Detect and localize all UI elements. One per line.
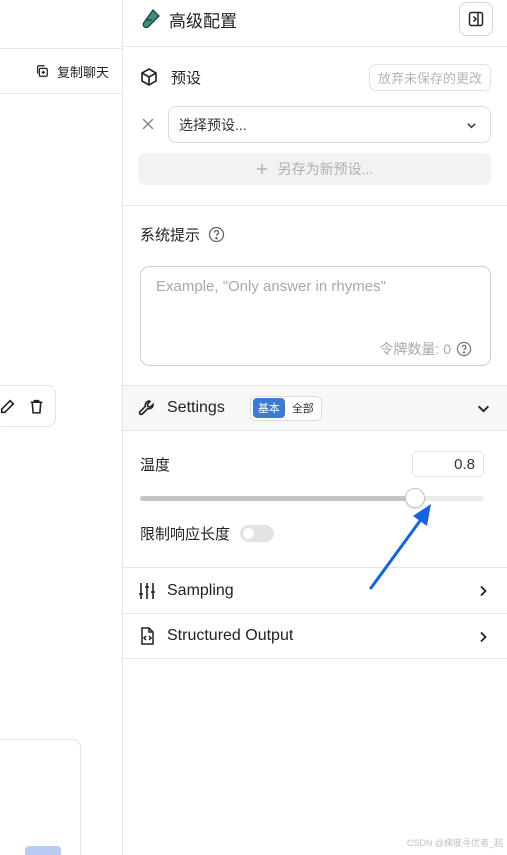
clear-preset-icon[interactable] xyxy=(139,115,157,133)
preset-divider xyxy=(123,205,507,206)
header-divider xyxy=(123,46,507,47)
message-composer[interactable] xyxy=(0,739,81,855)
save-as-new-preset-button[interactable]: 另存为新预设... xyxy=(138,153,491,185)
temperature-label: 温度 xyxy=(140,457,171,474)
wrench-icon xyxy=(138,400,154,416)
plus-icon xyxy=(256,164,267,174)
limit-length-row: 限制响应长度 xyxy=(140,523,275,544)
sampling-section-header[interactable]: Sampling xyxy=(123,567,507,613)
system-prompt-title: 系统提示 xyxy=(140,227,201,244)
settings-section-header[interactable]: Settings 基本 全部 xyxy=(123,385,507,431)
chevron-right-icon xyxy=(480,585,487,597)
copy-icon xyxy=(36,65,48,77)
copy-chat-button[interactable]: 复制聊天 xyxy=(0,48,123,94)
system-prompt-input[interactable]: Example, "Only answer in rhymes" 令牌数量: 0 xyxy=(140,266,491,366)
preset-label: 预设 xyxy=(171,69,202,87)
token-count-label: 令牌数量: 0 xyxy=(379,341,451,357)
preset-select-row: 选择预设... xyxy=(139,106,491,143)
system-prompt-placeholder: Example, "Only answer in rhymes" xyxy=(156,278,386,295)
limit-length-toggle[interactable] xyxy=(240,525,275,542)
annotation-arrow xyxy=(369,504,431,590)
chevron-down-icon xyxy=(467,123,476,129)
limit-length-label: 限制响应长度 xyxy=(140,526,231,543)
settings-label: Settings xyxy=(167,399,225,416)
structured-output-section-header[interactable]: Structured Output xyxy=(123,613,507,659)
edit-icon[interactable] xyxy=(0,398,16,415)
help-icon[interactable] xyxy=(456,341,472,357)
discard-changes-button[interactable]: 放弃未保存的更改 xyxy=(368,64,491,91)
system-prompt-header: 系统提示 xyxy=(140,224,225,245)
preset-select-value: 选择预设... xyxy=(179,116,247,133)
code-file-icon xyxy=(141,627,154,645)
copy-chat-label: 复制聊天 xyxy=(56,64,109,80)
message-actions xyxy=(0,385,56,427)
panel-header: 高级配置 xyxy=(123,0,507,38)
trash-icon[interactable] xyxy=(28,398,45,415)
watermark: CSDN @梯度寻优者_超 xyxy=(406,838,503,848)
chevron-down-icon xyxy=(477,405,490,413)
chevron-right-icon xyxy=(480,631,487,643)
sliders-icon xyxy=(139,582,155,599)
token-count: 令牌数量: 0 xyxy=(379,339,472,359)
cube-icon xyxy=(141,68,157,86)
preset-header: 预设 放弃未保存的更改 xyxy=(123,60,507,94)
temperature-input[interactable]: 0.8 xyxy=(412,451,484,477)
panel-title: 高级配置 xyxy=(169,11,237,31)
mode-basic-tab[interactable]: 基本 xyxy=(252,398,285,418)
chat-pane: 复制聊天 xyxy=(0,0,123,855)
sidebar-collapse-icon xyxy=(468,11,484,27)
save-as-new-label: 另存为新预设... xyxy=(277,161,374,177)
structured-output-label: Structured Output xyxy=(167,627,294,644)
preset-select[interactable]: 选择预设... xyxy=(168,106,491,143)
advanced-config-panel: 高级配置 预设 放弃未保存的更改 选择预设... 另存为新预设... 系统提示 … xyxy=(123,0,507,855)
collapse-panel-button[interactable] xyxy=(459,2,493,36)
help-icon[interactable] xyxy=(208,226,225,243)
sampling-label: Sampling xyxy=(167,581,234,599)
beaker-icon xyxy=(142,8,160,29)
mode-all-tab[interactable]: 全部 xyxy=(287,398,319,418)
settings-mode-toggle: 基本 全部 xyxy=(249,395,322,421)
send-button[interactable] xyxy=(25,846,61,855)
